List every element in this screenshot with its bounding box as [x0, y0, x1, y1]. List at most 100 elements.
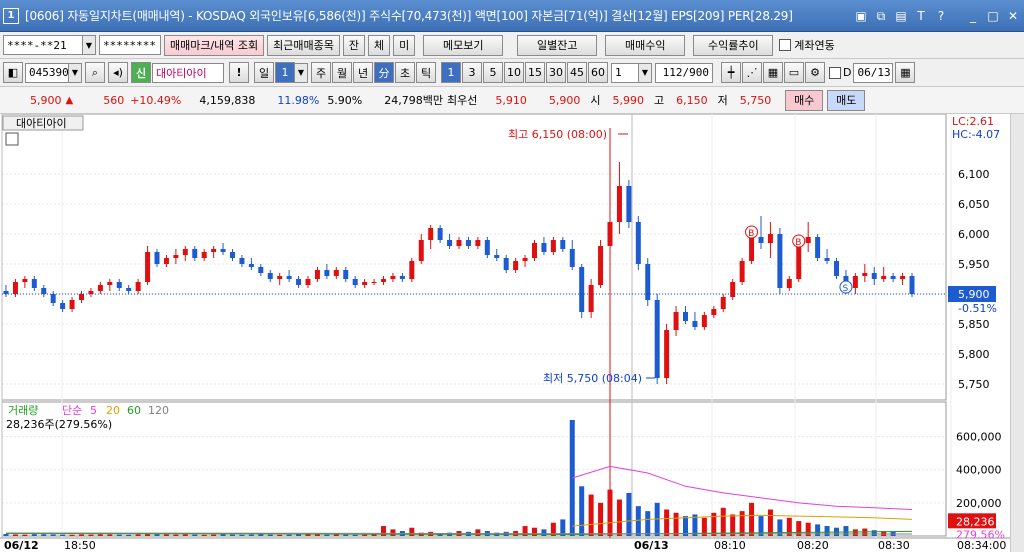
unexec-button[interactable]: 미 [393, 34, 416, 56]
year-button[interactable]: 년 [353, 62, 373, 83]
price-volume-chart[interactable]: B B S 6,100 6,050 6,000 5,950 5,900 5,850 5,800 5… [0, 114, 1010, 552]
interval-45-button[interactable]: 45 [567, 62, 587, 83]
stock-name-field: 대아티아이 [152, 62, 224, 83]
candle-body [22, 279, 28, 282]
interval-30-button[interactable]: 30 [546, 62, 566, 83]
count-input[interactable]: 1 [611, 62, 639, 83]
volume-bar [541, 529, 547, 536]
account-input[interactable]: ****-**21 [3, 35, 83, 55]
volume-bar [154, 534, 160, 536]
candle-type-icon[interactable]: ┿ [721, 62, 741, 83]
save-icon[interactable]: ▭ [784, 62, 804, 83]
candle-body [296, 279, 302, 285]
buy-button[interactable]: 매수 [785, 89, 824, 111]
restore-window-icon[interactable]: ⧉ [872, 7, 890, 25]
speaker-icon[interactable]: ◂) [108, 62, 128, 83]
candle-body [786, 279, 792, 288]
close-icon[interactable]: ✕ [1004, 7, 1022, 25]
chart-area[interactable]: B B S 6,100 6,050 6,000 5,950 5,900 5,850 5,800 5… [0, 114, 1024, 552]
volume-bar [588, 494, 594, 536]
day-dropdown-icon[interactable]: ▼ [294, 62, 308, 83]
candle-body [286, 276, 292, 279]
line-type-icon[interactable]: ⋰ [742, 62, 762, 83]
interval-3-button[interactable]: 3 [462, 62, 482, 83]
candle-body [692, 321, 698, 327]
volume-bar [314, 534, 320, 536]
trade-mark-button[interactable]: 매매마크/내역 조회 [164, 34, 265, 56]
trade-profit-button[interactable]: 매매수익 [605, 34, 686, 56]
minimize-icon[interactable]: _ [964, 7, 982, 25]
price-change-pct: +10.49% [130, 93, 182, 107]
text-icon[interactable]: T [912, 7, 930, 25]
second-button[interactable]: 초 [395, 62, 415, 83]
best-ask-label: 최우선 [447, 94, 478, 107]
daily-balance-button[interactable]: 일별잔고 [517, 34, 598, 56]
account-link-checkbox[interactable] [779, 39, 792, 51]
price-pane-border [1, 114, 947, 401]
week-button[interactable]: 주 [311, 62, 331, 83]
calendar-icon[interactable]: ▦ [895, 62, 916, 83]
balance-button[interactable]: 잔 [342, 34, 366, 56]
return-trend-button[interactable]: 수익률추이 [693, 34, 774, 56]
search-icon[interactable]: ⌕ [85, 62, 105, 83]
memo-button[interactable]: 메모보기 [423, 34, 504, 56]
volume-bar [126, 534, 132, 536]
window-number[interactable]: 1 [3, 7, 19, 24]
interval-15-button[interactable]: 15 [525, 62, 545, 83]
grid-icon[interactable]: ▦ [763, 62, 783, 83]
candle-body [645, 264, 651, 300]
layout-icon[interactable]: ▣ [852, 7, 870, 25]
candle-body [852, 276, 858, 288]
volume-bar [69, 534, 75, 536]
date-input[interactable]: 06/13 [853, 62, 894, 83]
code-dropdown-icon[interactable]: ▼ [68, 62, 82, 83]
volume-bar [390, 529, 396, 536]
volume-bar [22, 534, 28, 536]
volume-rate: 11.98% [277, 93, 320, 107]
candle-body [909, 276, 915, 294]
interval-1-button[interactable]: 1 [441, 62, 461, 83]
recent-items-button[interactable]: 최근매매종목 [267, 34, 340, 56]
settings-icon[interactable]: ⚙ [805, 62, 825, 83]
day-period-button[interactable]: 일 [254, 62, 274, 83]
password-input[interactable]: ******** [99, 35, 161, 55]
candle-body [805, 237, 811, 243]
date-checkbox[interactable] [829, 66, 841, 79]
maximize-icon[interactable]: □ [984, 7, 1002, 25]
exec-button[interactable]: 체 [368, 34, 391, 56]
warning-button[interactable]: ! [229, 62, 249, 83]
account-dropdown-icon[interactable]: ▼ [82, 35, 96, 55]
count-dropdown-icon[interactable]: ▼ [638, 62, 652, 83]
table-icon[interactable] [5, 132, 19, 146]
sell-button[interactable]: 매도 [827, 89, 866, 111]
candle-body [626, 186, 632, 222]
interval-5-button[interactable]: 5 [483, 62, 503, 83]
volume-bar [107, 534, 113, 536]
time-axis-label: 08:10 [714, 539, 746, 552]
month-button[interactable]: 월 [332, 62, 352, 83]
interval-10-button[interactable]: 10 [504, 62, 524, 83]
day-value-field[interactable]: 1 [275, 62, 295, 83]
volume-bar [267, 534, 273, 536]
candle-body [701, 315, 707, 327]
time-axis-label: 18:50 [64, 539, 96, 552]
stock-code-input[interactable]: 045390 [25, 62, 69, 83]
account-link-label: 계좌연동 [794, 39, 835, 52]
candle-body [711, 309, 717, 315]
chart-menu-icon[interactable]: ◧ [3, 62, 23, 83]
help-icon[interactable]: ? [932, 7, 950, 25]
volume-legend: 거래량 [8, 404, 38, 417]
candle-body [145, 252, 151, 282]
chart-scrollbar[interactable] [1010, 114, 1024, 552]
volume-bar [277, 534, 283, 536]
minute-button[interactable]: 分 [374, 62, 394, 83]
volume-bar [286, 534, 292, 536]
volume-bar [50, 534, 56, 536]
time-axis-label: 08:20 [797, 539, 829, 552]
volume-bar [645, 511, 651, 536]
volume-bar [352, 534, 358, 536]
candle-body [239, 258, 245, 264]
tick-button[interactable]: 틱 [416, 62, 436, 83]
tile-icon[interactable]: ▤ [892, 7, 910, 25]
interval-60-button[interactable]: 60 [588, 62, 608, 83]
